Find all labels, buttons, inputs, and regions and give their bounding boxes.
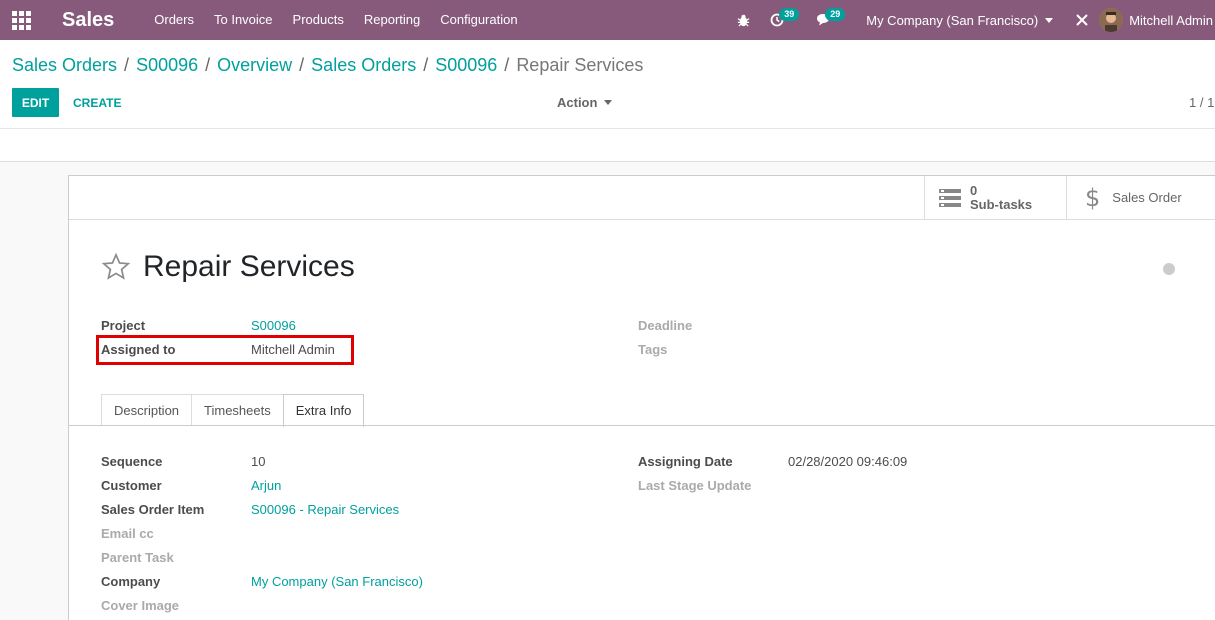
- company-name: My Company (San Francisco): [866, 12, 1039, 28]
- email-cc-label: Email cc: [101, 526, 154, 541]
- pager[interactable]: 1 / 1: [1189, 88, 1214, 117]
- favorite-star-icon[interactable]: [101, 253, 131, 281]
- sales-order-item-value[interactable]: S00096 - Repair Services: [251, 502, 399, 517]
- company-value[interactable]: My Company (San Francisco): [251, 574, 423, 589]
- tasks-list-icon: [939, 189, 961, 207]
- tab-extra-info[interactable]: Extra Info: [282, 394, 365, 427]
- company-switcher[interactable]: My Company (San Francisco): [854, 13, 1065, 28]
- user-avatar: [1099, 8, 1124, 32]
- breadcrumb-current: Repair Services: [516, 55, 644, 75]
- form-sheet: 0 Sub-tasks $ Sales Order Repair Service…: [68, 175, 1215, 620]
- action-dropdown[interactable]: Action: [557, 88, 613, 117]
- top-navbar: Sales Orders To Invoice Products Reporti…: [0, 0, 1215, 40]
- user-name: Mitchell Admin: [1129, 12, 1213, 28]
- last-stage-update-label: Last Stage Update: [638, 478, 752, 493]
- task-title: Repair Services: [143, 250, 355, 283]
- tags-label: Tags: [638, 342, 668, 357]
- breadcrumb: Sales Orders / S00096 / Overview / Sales Order…: [12, 55, 643, 76]
- subtasks-count: 0: [970, 183, 978, 198]
- menu-item-reporting[interactable]: Reporting: [354, 0, 430, 40]
- kanban-state-dot[interactable]: [1163, 263, 1175, 275]
- user-menu[interactable]: Mitchell Admin: [1099, 8, 1215, 32]
- tabs-underline: [69, 425, 1215, 426]
- sequence-value[interactable]: 10: [251, 454, 265, 469]
- edit-button[interactable]: EDIT: [12, 88, 59, 117]
- activity-count-badge: 39: [779, 8, 800, 21]
- menu-item-to-invoice[interactable]: To Invoice: [204, 0, 283, 40]
- subtasks-label: Sub-tasks: [970, 197, 1033, 212]
- breadcrumb-separator: /: [124, 55, 130, 75]
- sales-order-button[interactable]: $ Sales Order: [1066, 176, 1215, 220]
- breadcrumb-link[interactable]: Sales Orders: [311, 55, 416, 75]
- company-label: Company: [101, 574, 161, 589]
- assigning-date-value: 02/28/2020 09:46:09: [788, 454, 908, 469]
- customer-value[interactable]: Arjun: [251, 478, 281, 493]
- app-brand[interactable]: Sales: [62, 9, 114, 32]
- sales-order-item-label: Sales Order Item: [101, 502, 205, 517]
- subtasks-button[interactable]: 0 Sub-tasks: [924, 176, 1066, 220]
- dollar-icon: $: [1085, 184, 1101, 212]
- message-count-badge: 29: [825, 8, 846, 21]
- breadcrumb-separator: /: [299, 55, 305, 75]
- caret-down-icon: [1045, 17, 1054, 23]
- messages-chat-icon[interactable]: 29: [806, 0, 854, 40]
- activity-clock-icon[interactable]: 39: [760, 0, 806, 40]
- tab-timesheets[interactable]: Timesheets: [191, 394, 284, 426]
- customer-label: Customer: [101, 478, 162, 493]
- parent-task-label: Parent Task: [101, 550, 174, 565]
- breadcrumb-link[interactable]: Overview: [217, 55, 292, 75]
- cover-image-label: Cover Image: [101, 598, 180, 613]
- project-label: Project: [101, 318, 146, 333]
- menu-item-products[interactable]: Products: [283, 0, 354, 40]
- apps-menu-icon[interactable]: [0, 0, 42, 40]
- breadcrumb-link[interactable]: S00096: [136, 55, 198, 75]
- smart-button-box: 0 Sub-tasks $ Sales Order: [69, 176, 1215, 220]
- control-panel-divider: [0, 128, 1215, 129]
- tools-close-icon[interactable]: [1065, 0, 1099, 40]
- project-value[interactable]: S00096: [251, 318, 296, 333]
- deadline-label: Deadline: [638, 318, 693, 333]
- assigning-date-label: Assigning Date: [638, 454, 733, 469]
- main-menu: Orders To Invoice Products Reporting Con…: [144, 0, 527, 40]
- breadcrumb-separator: /: [205, 55, 211, 75]
- control-panel: Sales Orders / S00096 / Overview / Sales Order…: [0, 40, 1215, 162]
- title-row: Repair Services: [101, 250, 355, 284]
- menu-item-configuration[interactable]: Configuration: [430, 0, 527, 40]
- sales-order-label: Sales Order: [1112, 190, 1182, 205]
- menu-item-orders[interactable]: Orders: [144, 0, 204, 40]
- debug-bug-icon[interactable]: [727, 0, 760, 40]
- tab-description[interactable]: Description: [101, 394, 193, 426]
- create-button[interactable]: CREATE: [73, 88, 121, 117]
- notebook-tabs: Description Timesheets Extra Info: [101, 394, 365, 427]
- caret-down-icon: [604, 100, 613, 105]
- breadcrumb-separator: /: [504, 55, 510, 75]
- assigned-to-highlight: [96, 335, 354, 365]
- action-label: Action: [557, 95, 598, 110]
- breadcrumb-link[interactable]: Sales Orders: [12, 55, 117, 75]
- breadcrumb-separator: /: [423, 55, 429, 75]
- breadcrumb-link[interactable]: S00096: [435, 55, 497, 75]
- sequence-label: Sequence: [101, 454, 163, 469]
